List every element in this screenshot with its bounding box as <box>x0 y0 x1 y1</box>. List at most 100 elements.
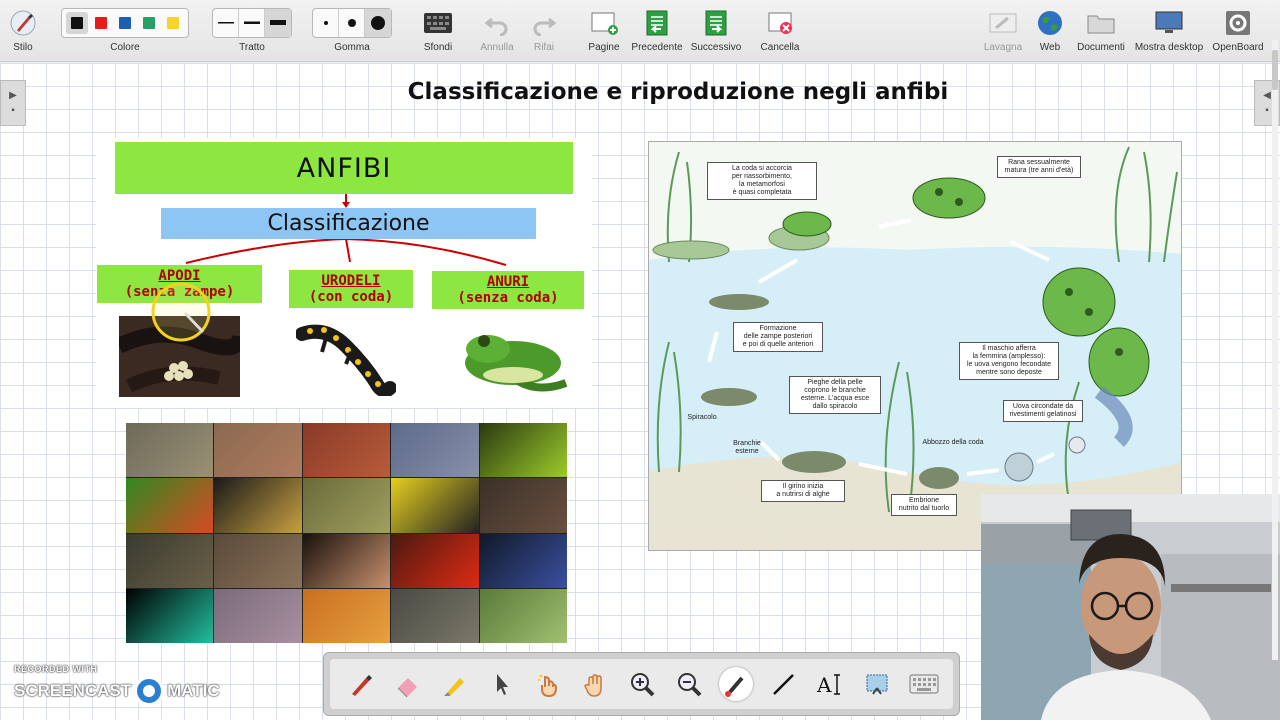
stroke-thick-button[interactable] <box>265 9 291 37</box>
photo-yellow-poison-frog <box>391 478 479 533</box>
undo-label: Annulla <box>480 42 514 53</box>
redo-button[interactable]: Rifai <box>526 4 562 60</box>
watermark-line2: SCREENCAST MATIC <box>14 676 220 706</box>
presenter-video <box>981 494 1280 720</box>
documents-label: Documenti <box>1077 42 1125 53</box>
zoom-in-button[interactable] <box>625 667 659 701</box>
pages-button[interactable]: Pagine <box>584 4 624 60</box>
photo-gray-toad <box>391 588 479 643</box>
note-mature-frog: Rana sessualmente matura (tre anni d'età… <box>997 156 1081 178</box>
line-icon <box>772 674 794 695</box>
photo-leopard-frog <box>302 478 391 533</box>
screencast-watermark: RECORDED WITH SCREENCAST MATIC <box>14 664 220 706</box>
category-urodeli: URODELI (con coda) <box>289 270 413 308</box>
watermark-line1: RECORDED WITH <box>14 664 98 674</box>
zoom-out-button[interactable] <box>672 667 706 701</box>
redo-icon <box>531 4 557 42</box>
note-embryo: Embrione nutrito dal tuorlo <box>891 494 957 516</box>
board-button[interactable]: Lavagna <box>980 4 1026 60</box>
hand-icon <box>583 674 602 697</box>
stroke-medium-button[interactable] <box>239 9 265 37</box>
redo-label: Rifai <box>533 42 554 53</box>
photo-caecilian <box>126 533 214 588</box>
photo-worm-caecilian <box>214 588 302 643</box>
highlighter-tool-button[interactable] <box>437 667 471 701</box>
classification-box: Classificazione <box>161 208 536 239</box>
photo-toad <box>126 423 214 478</box>
documents-button[interactable]: Documenti <box>1076 4 1126 60</box>
stylus-button[interactable]: Stilo <box>6 4 40 60</box>
amphibian-photo-grid <box>126 423 567 643</box>
photo-green-toad <box>479 588 567 643</box>
page-scrollbar[interactable] <box>1270 40 1280 660</box>
eraser-options <box>312 8 392 38</box>
web-button[interactable]: Web <box>1034 4 1066 60</box>
color-red-swatch[interactable] <box>90 12 112 34</box>
classification-slide: ANFIBI Classificazione APODI (senza zamp… <box>96 138 592 408</box>
eraser-tool-button[interactable] <box>390 667 424 701</box>
clear-button[interactable]: Cancella <box>758 4 802 60</box>
text-tool-button[interactable]: A <box>813 667 847 701</box>
eraser-medium-button[interactable] <box>339 9 365 37</box>
color-swatches <box>61 8 189 38</box>
note-eggs: Uova circondate da rivestimenti gelatino… <box>1003 400 1083 422</box>
photo-orange-newt <box>302 588 391 643</box>
eraser-label: Gomma <box>334 42 370 53</box>
color-selector: Colore <box>56 4 194 60</box>
classification-arrows <box>185 194 507 266</box>
backgrounds-label: Sfondi <box>423 42 453 53</box>
desktop-label: Mostra desktop <box>1134 42 1204 53</box>
keyboard-grid-icon <box>423 4 453 42</box>
previous-button[interactable]: Precedente <box>630 4 684 60</box>
pen-tool-button[interactable] <box>343 667 377 701</box>
globe-icon <box>1036 4 1064 42</box>
screen-capture-icon <box>866 674 887 695</box>
undo-icon <box>484 4 510 42</box>
undo-button[interactable]: Annulla <box>478 4 516 60</box>
urodeli-photo <box>296 324 396 396</box>
photo-green-poison-frog <box>126 588 214 643</box>
stroke-thin-button[interactable] <box>213 9 239 37</box>
line-tool-button[interactable] <box>766 667 800 701</box>
clear-label: Cancella <box>760 42 800 53</box>
zoom-in-icon <box>630 673 654 697</box>
virtual-keyboard-button[interactable] <box>907 667 941 701</box>
color-black-swatch[interactable] <box>66 12 88 34</box>
eraser-icon <box>397 678 417 698</box>
photo-olm <box>302 533 391 588</box>
board-icon <box>988 4 1018 42</box>
eraser-small-button[interactable] <box>313 9 339 37</box>
stroke-selector: Tratto <box>210 4 294 60</box>
eraser-large-button[interactable] <box>365 9 391 37</box>
note-legs-formation: Formazione delle zampe posteriori e poi … <box>733 322 823 352</box>
laser-pointer-button[interactable] <box>718 667 753 701</box>
openboard-button[interactable]: OpenBoard <box>1210 4 1266 60</box>
capture-tool-button[interactable] <box>860 667 894 701</box>
interact-tool-button[interactable] <box>531 667 565 701</box>
watermark-brand-b: MATIC <box>167 681 220 700</box>
tool-palette-inner: A <box>330 659 953 709</box>
next-button[interactable]: Successivo <box>690 4 742 60</box>
color-yellow-swatch[interactable] <box>162 12 184 34</box>
photo-strawberry-frog <box>391 533 479 588</box>
photo-blue-salamander <box>479 533 567 588</box>
previous-page-icon <box>642 4 672 42</box>
stylus-icon <box>9 4 37 42</box>
stroke-options <box>212 8 292 38</box>
photo-hellbender <box>214 533 302 588</box>
add-page-icon <box>589 4 619 42</box>
pan-tool-button[interactable] <box>578 667 612 701</box>
color-blue-swatch[interactable] <box>114 12 136 34</box>
photo-spotted-newt <box>479 478 567 533</box>
backgrounds-button[interactable]: Sfondi <box>418 4 458 60</box>
next-page-icon <box>701 4 731 42</box>
select-tool-button[interactable] <box>484 667 518 701</box>
frog-life-cycle-diagram: La coda si accorcia per riassorbimento, … <box>648 141 1182 551</box>
monitor-icon <box>1154 4 1184 42</box>
board-label: Lavagna <box>983 42 1023 53</box>
gear-icon <box>1224 4 1252 42</box>
show-desktop-button[interactable]: Mostra desktop <box>1134 4 1204 60</box>
color-green-swatch[interactable] <box>138 12 160 34</box>
top-toolbar: Stilo Colore Tratto Gomma Sfondi Annulla… <box>0 0 1280 62</box>
note-amplexus: Il maschio afferra la femmina (amplesso)… <box>959 342 1059 380</box>
